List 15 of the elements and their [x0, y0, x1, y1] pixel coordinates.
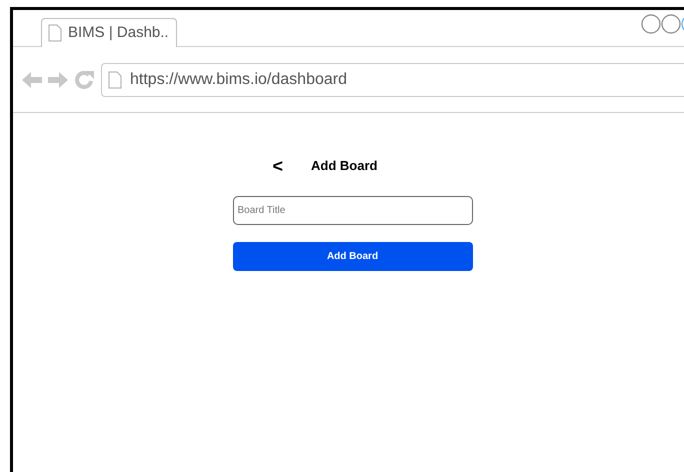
page-icon [108, 70, 122, 88]
reload-icon[interactable] [73, 68, 95, 90]
page-icon [48, 24, 62, 42]
window-control-icon[interactable] [661, 14, 681, 34]
forward-arrow-icon[interactable] [47, 70, 69, 90]
add-board-button[interactable]: Add Board [232, 242, 472, 270]
window-control-icon[interactable] [641, 14, 661, 34]
back-arrow-icon[interactable] [21, 70, 43, 90]
back-button[interactable]: < [272, 156, 284, 175]
board-title-field[interactable]: Board Title [232, 196, 472, 224]
tab-title: BIMS | Dashb.. [68, 22, 169, 43]
page-title: Add Board [311, 157, 378, 175]
url-text: https://www.bims.io/dashboard [130, 70, 347, 90]
browser-tab[interactable]: BIMS | Dashb.. [41, 18, 177, 47]
address-bar[interactable]: https://www.bims.io/dashboard [101, 62, 684, 96]
